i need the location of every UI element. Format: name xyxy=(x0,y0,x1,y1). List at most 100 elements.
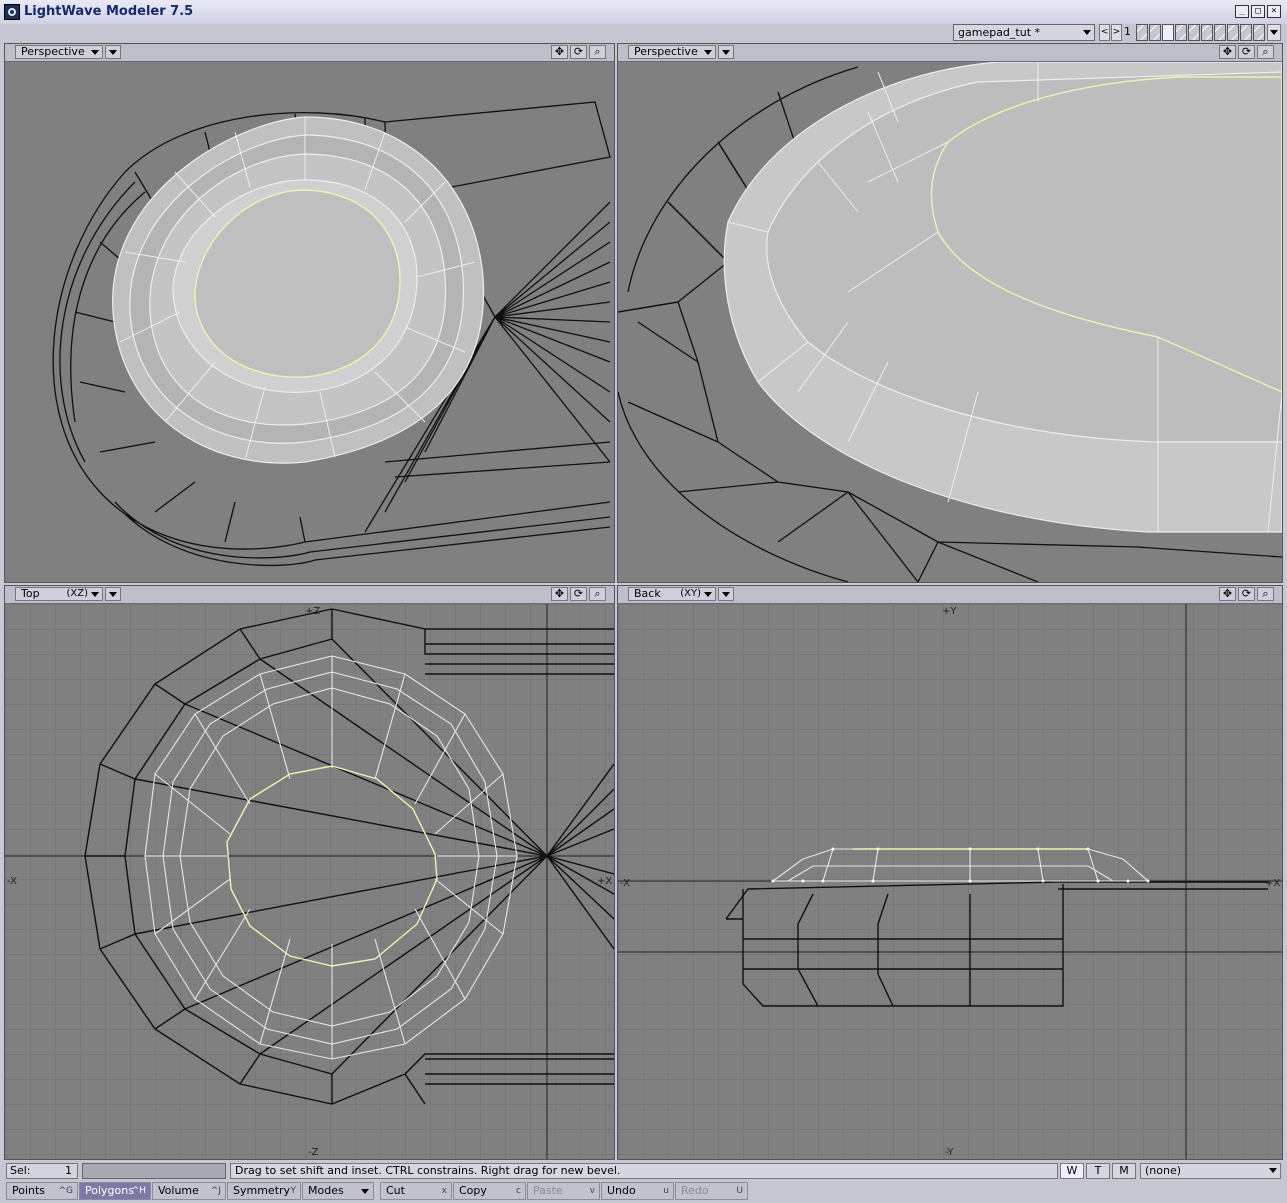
render-mode-select[interactable] xyxy=(718,45,734,59)
minimize-button[interactable]: _ xyxy=(1235,5,1249,18)
view-axis-label: (XY) xyxy=(680,588,701,599)
layer-button[interactable] xyxy=(1149,24,1161,41)
shortcut-key: ^G xyxy=(58,1186,73,1196)
axis-label-right: +X xyxy=(1265,878,1280,889)
chevron-down-icon xyxy=(704,50,712,55)
view-type-select[interactable]: Top (XZ) xyxy=(15,587,103,601)
viewport-header: Back (XY) ✥ ⟳ ⌕ xyxy=(618,586,1282,604)
redo-button[interactable]: Redo U xyxy=(675,1182,748,1200)
button-label: Redo xyxy=(681,1184,709,1197)
move-view-icon[interactable]: ✥ xyxy=(1219,587,1236,601)
chevron-down-icon xyxy=(1083,30,1091,35)
polygons-mode-button[interactable]: Polygons ^H xyxy=(79,1182,151,1200)
viewport-perspective-1[interactable]: Perspective ✥ ⟳ ⌕ xyxy=(4,43,615,583)
zoom-view-icon[interactable]: ⌕ xyxy=(589,587,606,601)
top-toolbar: gamepad_tut * < > 1 xyxy=(0,24,1287,44)
view-type-select[interactable]: Back (XY) xyxy=(628,587,716,601)
viewport-canvas[interactable] xyxy=(618,62,1282,582)
maximize-button[interactable]: □ xyxy=(1251,5,1265,18)
chevron-down-icon xyxy=(91,50,99,55)
top-view-wireframe: +Z -Z -X +X xyxy=(5,604,614,1159)
layer-menu-button[interactable] xyxy=(1267,24,1281,41)
object-name: gamepad_tut * xyxy=(958,26,1041,39)
move-view-icon[interactable]: ✥ xyxy=(1219,45,1236,59)
perspective-wireframe xyxy=(52,101,611,567)
view-type-label: Perspective xyxy=(634,45,698,58)
close-button[interactable]: × xyxy=(1267,5,1281,18)
zoom-view-icon[interactable]: ⌕ xyxy=(1257,587,1274,601)
viewport-tools: ✥ ⟳ ⌕ xyxy=(551,587,606,601)
layer-button[interactable] xyxy=(1201,24,1213,41)
zoom-view-icon[interactable]: ⌕ xyxy=(1257,45,1274,59)
shortcut-key: ^J xyxy=(210,1186,221,1196)
viewport-canvas[interactable]: +Z -Z -X +X xyxy=(5,604,614,1159)
viewport-canvas[interactable] xyxy=(5,62,614,582)
shortcut-key: v xyxy=(589,1186,595,1196)
chevron-down-icon xyxy=(722,592,730,597)
axis-label-bottom: -Y xyxy=(945,1147,954,1158)
axis-label-top: +Y xyxy=(942,606,957,617)
cut-button[interactable]: Cut x xyxy=(380,1182,452,1200)
vertex-map-value: (none) xyxy=(1145,1164,1182,1177)
object-select[interactable]: gamepad_tut * xyxy=(953,24,1095,41)
view-type-select[interactable]: Perspective xyxy=(628,45,716,59)
button-label: Volume xyxy=(158,1184,199,1197)
morph-map-button[interactable]: M xyxy=(1112,1163,1136,1179)
shortcut-key: U xyxy=(736,1186,743,1196)
render-mode-select[interactable] xyxy=(105,45,121,59)
button-label: Copy xyxy=(459,1184,487,1197)
button-label: Undo xyxy=(607,1184,636,1197)
render-mode-select[interactable] xyxy=(718,587,734,601)
selection-info-bar xyxy=(82,1163,226,1179)
button-label: Paste xyxy=(533,1184,563,1197)
next-object-button[interactable]: > xyxy=(1111,24,1122,41)
button-label: Points xyxy=(12,1184,46,1197)
undo-button[interactable]: Undo u xyxy=(601,1182,674,1200)
viewport-tools: ✥ ⟳ ⌕ xyxy=(551,45,606,59)
volume-mode-button[interactable]: Volume ^J xyxy=(152,1182,226,1200)
layer-button[interactable] xyxy=(1175,24,1187,41)
chevron-down-icon xyxy=(722,50,730,55)
layer-button[interactable] xyxy=(1162,24,1174,41)
move-view-icon[interactable]: ✥ xyxy=(551,587,568,601)
layer-button[interactable] xyxy=(1253,24,1265,41)
modes-select[interactable]: Modes xyxy=(302,1182,374,1200)
weight-map-button[interactable]: W xyxy=(1060,1163,1084,1179)
selection-count: Sel: 1 xyxy=(6,1163,78,1179)
move-view-icon[interactable]: ✥ xyxy=(551,45,568,59)
viewport-back[interactable]: Back (XY) ✥ ⟳ ⌕ +Y -Y -X +X xyxy=(617,585,1283,1160)
shortcut-key: c xyxy=(516,1186,521,1196)
lightwave-app-icon[interactable] xyxy=(4,4,20,20)
viewport-top[interactable]: Top (XZ) ✥ ⟳ ⌕ +Z -Z -X +X xyxy=(4,585,615,1160)
paste-button[interactable]: Paste v xyxy=(527,1182,600,1200)
layer-button[interactable] xyxy=(1214,24,1226,41)
prev-object-button[interactable]: < xyxy=(1099,24,1110,41)
layer-button[interactable] xyxy=(1188,24,1200,41)
layer-button[interactable] xyxy=(1227,24,1239,41)
chevron-down-icon xyxy=(91,592,99,597)
texture-map-button[interactable]: T xyxy=(1086,1163,1110,1179)
perspective-closeup-wireframe xyxy=(618,62,1282,582)
rotate-view-icon[interactable]: ⟳ xyxy=(1238,45,1255,59)
shortcut-key: ^H xyxy=(131,1186,146,1196)
symmetry-button[interactable]: Symmetry Y xyxy=(227,1182,301,1200)
layer-button[interactable] xyxy=(1240,24,1252,41)
chevron-down-icon xyxy=(1269,1168,1277,1173)
title-bar: LightWave Modeler 7.5 _ □ × xyxy=(0,0,1287,25)
zoom-view-icon[interactable]: ⌕ xyxy=(589,45,606,59)
viewport-canvas[interactable]: +Y -Y -X +X xyxy=(618,604,1282,1159)
layer-button[interactable] xyxy=(1136,24,1148,41)
view-type-select[interactable]: Perspective xyxy=(15,45,103,59)
window-controls: _ □ × xyxy=(1235,5,1281,18)
mode-bar: Points ^G Polygons ^H Volume ^J Symmetry Y M… xyxy=(0,1181,1287,1203)
rotate-view-icon[interactable]: ⟳ xyxy=(570,45,587,59)
shortcut-key: x xyxy=(441,1186,447,1196)
render-mode-select[interactable] xyxy=(105,587,121,601)
copy-button[interactable]: Copy c xyxy=(453,1182,526,1200)
vertex-map-select[interactable]: (none) xyxy=(1140,1163,1281,1179)
layer-number: 1 xyxy=(1124,25,1131,38)
viewport-perspective-2[interactable]: Perspective ✥ ⟳ ⌕ xyxy=(617,43,1283,583)
viewport-tools: ✥ ⟳ ⌕ xyxy=(1219,587,1274,601)
points-mode-button[interactable]: Points ^G xyxy=(6,1182,78,1200)
shortcut-key: Y xyxy=(290,1186,297,1196)
